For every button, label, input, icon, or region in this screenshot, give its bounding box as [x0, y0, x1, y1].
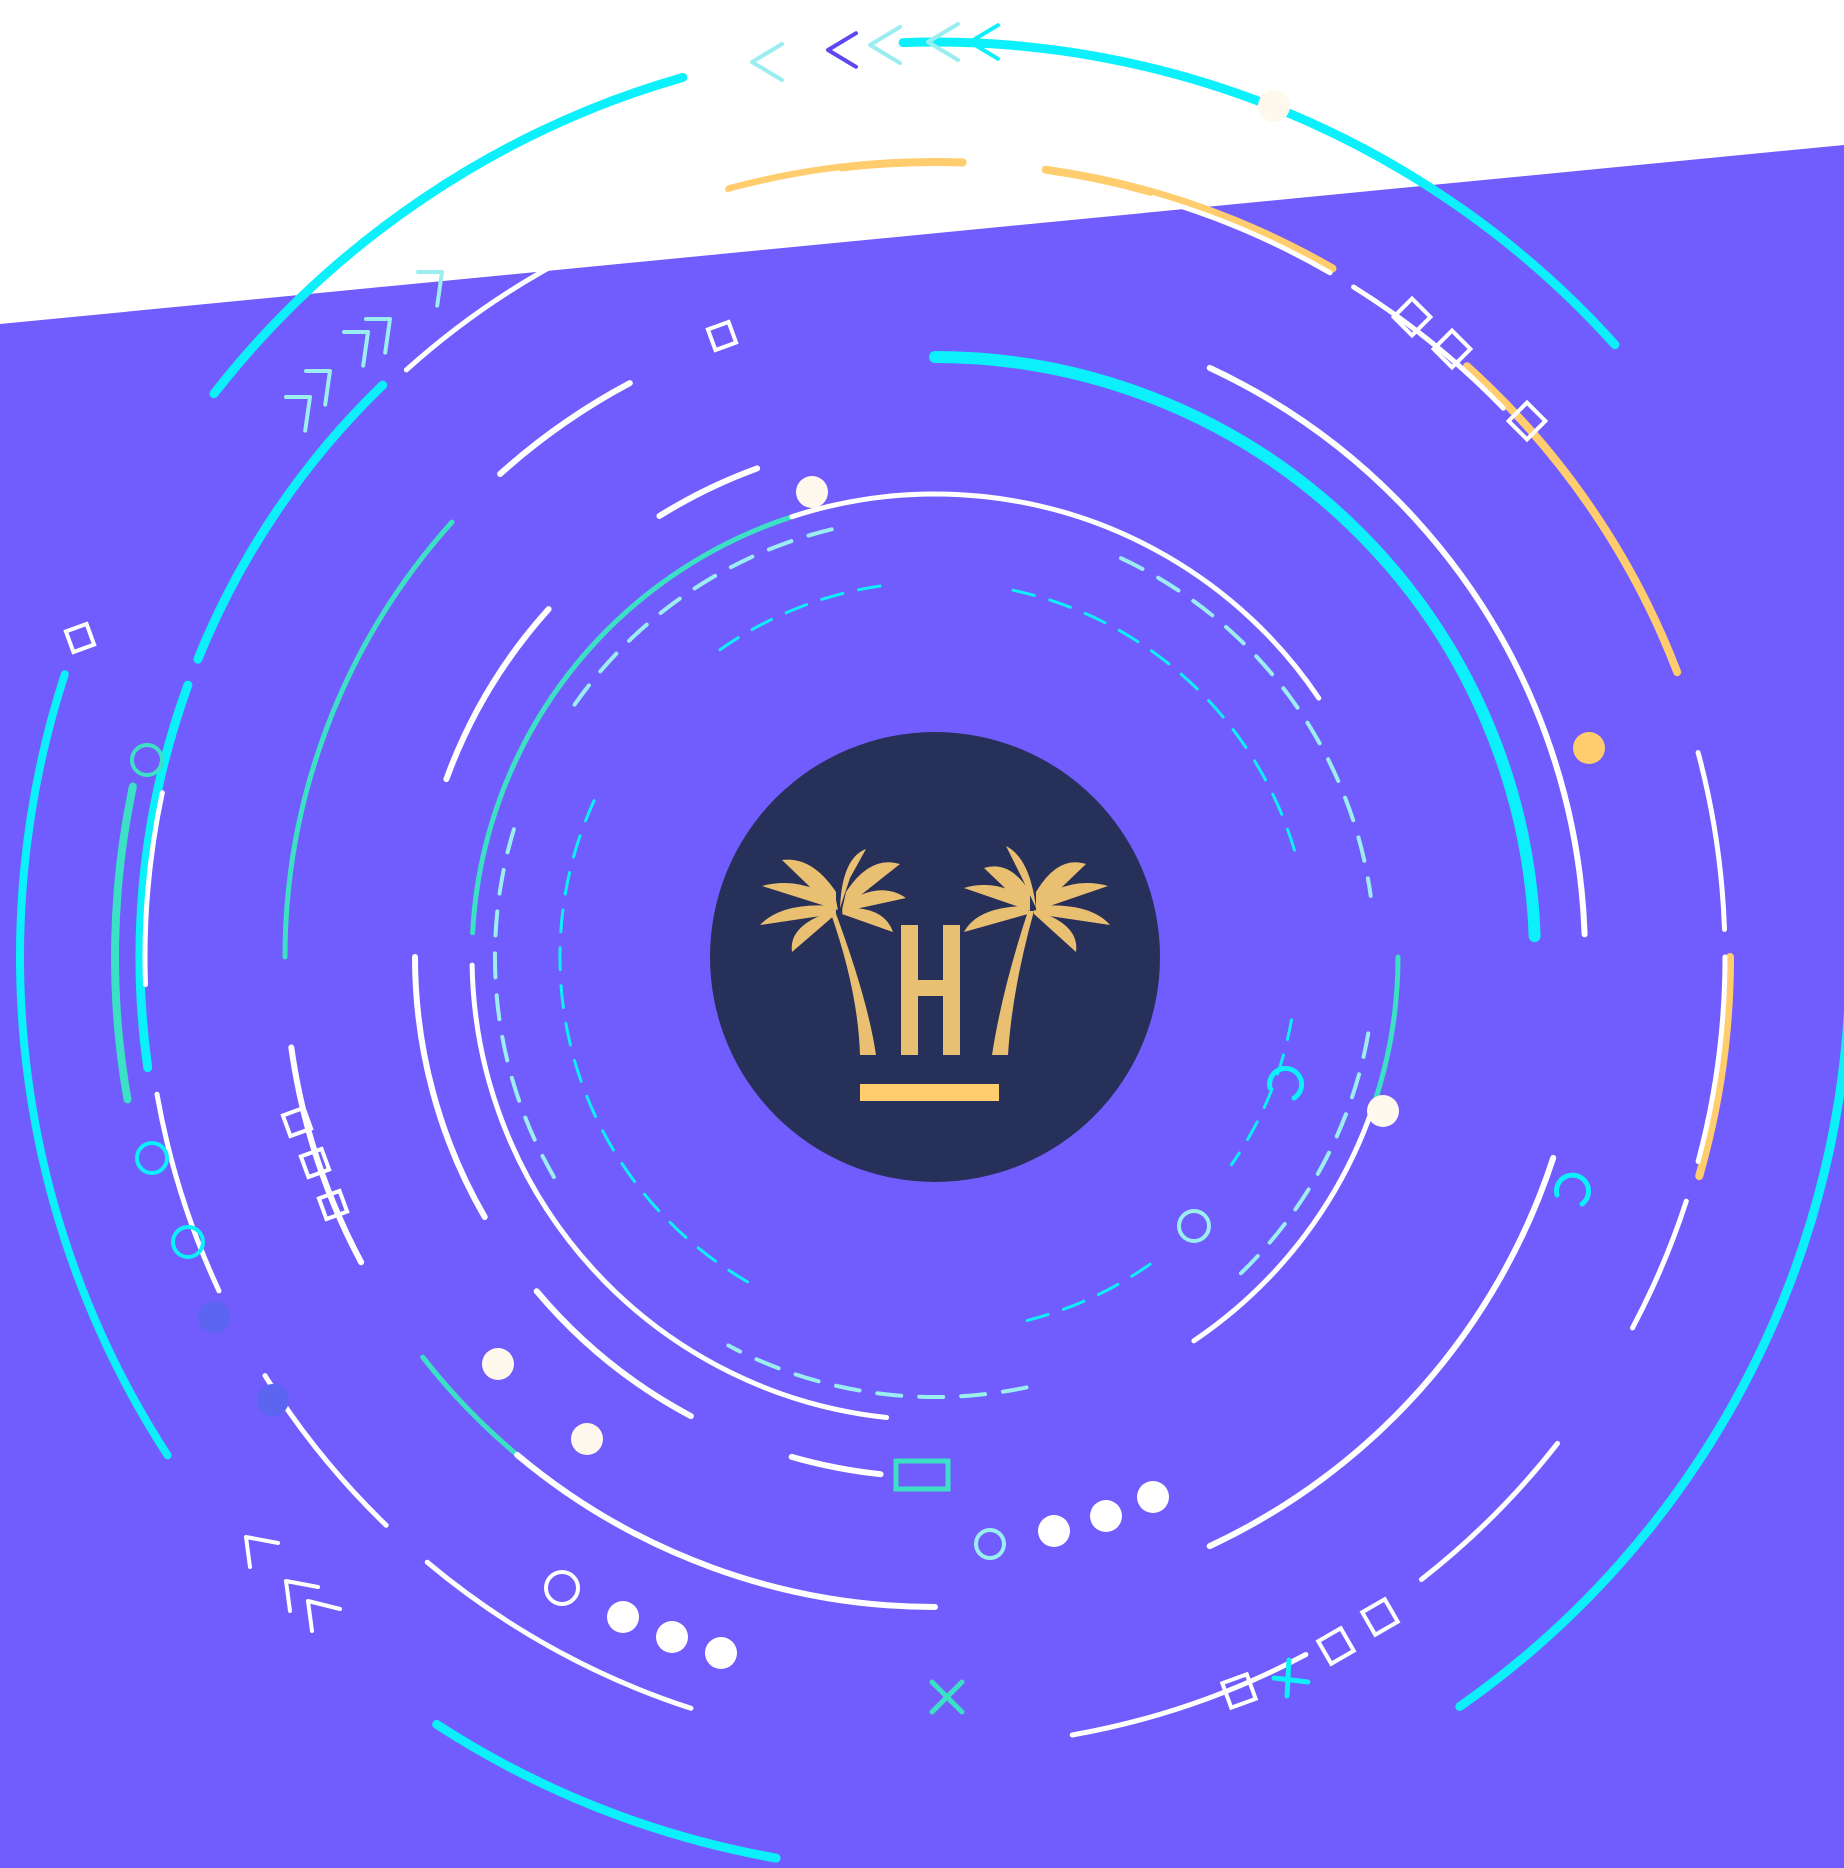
dot-marker: [1090, 1500, 1122, 1532]
emblem: [710, 732, 1160, 1182]
illustration-canvas: [0, 0, 1844, 1868]
dot-marker: [198, 1301, 230, 1333]
dot-marker: [1573, 732, 1605, 764]
emblem-disc: [710, 732, 1160, 1182]
dot-marker: [796, 476, 828, 508]
dot-marker: [1137, 1481, 1169, 1513]
dot-marker: [656, 1621, 688, 1653]
orbit-illustration: [0, 0, 1844, 1868]
dot-marker: [1367, 1095, 1399, 1127]
emblem-underline: [860, 1084, 999, 1101]
dot-marker: [1038, 1515, 1070, 1547]
dot-marker: [1258, 90, 1290, 122]
dot-marker: [482, 1348, 514, 1380]
dot-marker: [571, 1423, 603, 1455]
dot-marker: [705, 1637, 737, 1669]
dot-marker: [257, 1384, 289, 1416]
dot-marker: [607, 1601, 639, 1633]
